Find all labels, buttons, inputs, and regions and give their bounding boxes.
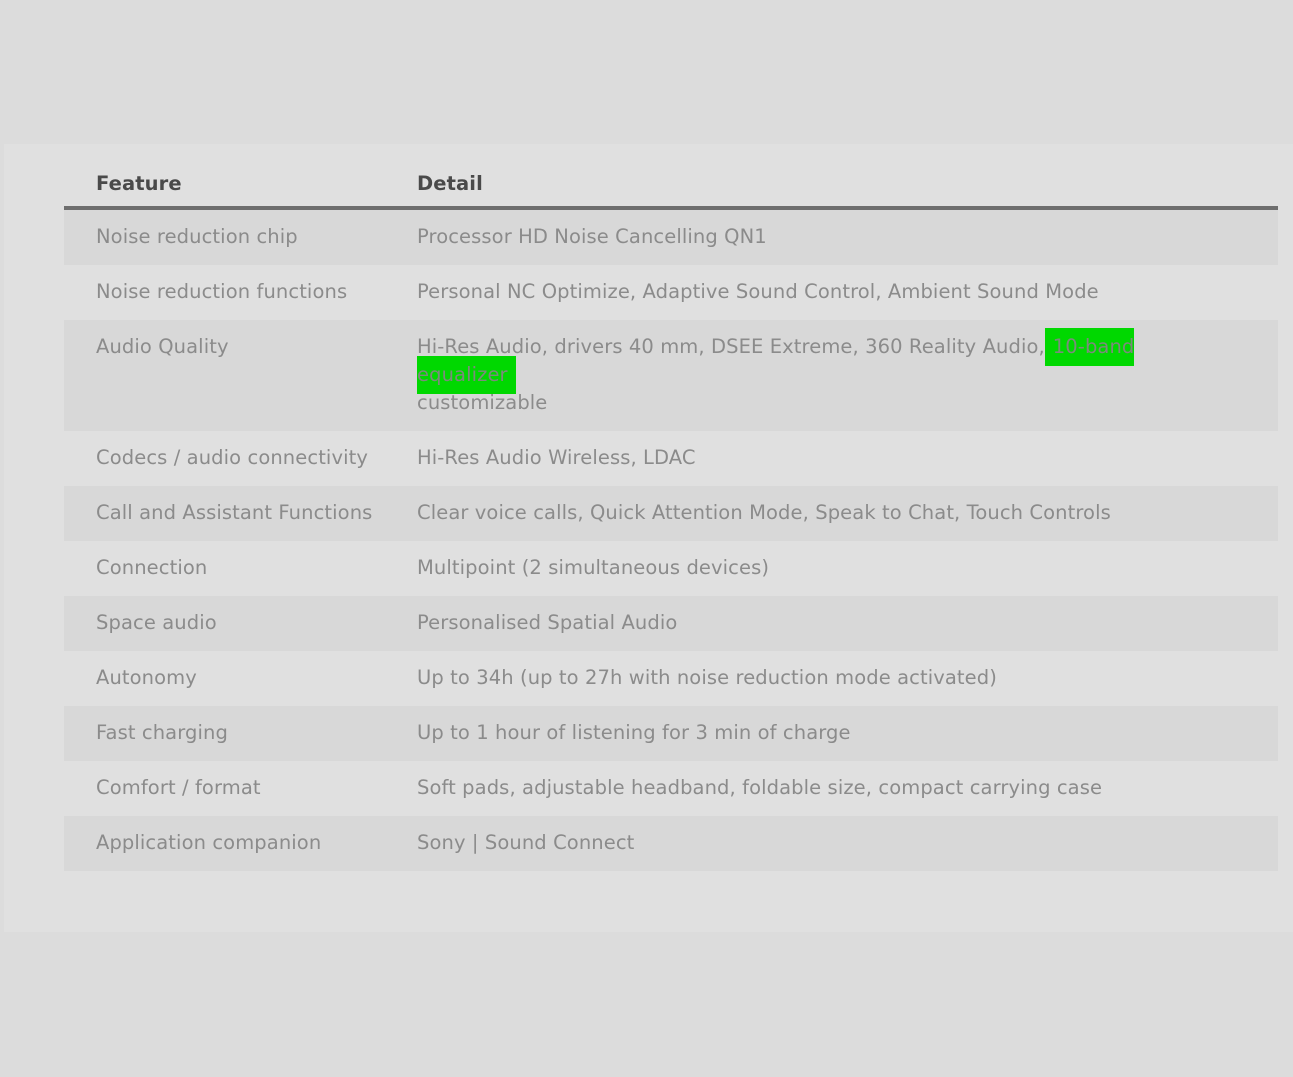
feature-cell: Application companion (64, 816, 385, 871)
feature-cell: Call and Assistant Functions (64, 486, 385, 541)
detail-cell: Sony | Sound Connect (385, 816, 1278, 871)
detail-cell: Multipoint (2 simultaneous devices) (385, 541, 1278, 596)
detail-cell: Hi-Res Audio, drivers 40 mm, DSEE Extrem… (385, 320, 1278, 431)
feature-cell: Autonomy (64, 651, 385, 706)
table-row: Audio Quality Hi-Res Audio, drivers 40 m… (64, 320, 1278, 431)
feature-cell: Noise reduction chip (64, 208, 385, 265)
feature-cell: Connection (64, 541, 385, 596)
table-row: Call and Assistant Functions Clear voice… (64, 486, 1278, 541)
table-row: Comfort / format Soft pads, adjustable h… (64, 761, 1278, 816)
feature-cell: Space audio (64, 596, 385, 651)
detail-text-continued: customizable (417, 391, 548, 414)
feature-cell: Noise reduction functions (64, 265, 385, 320)
feature-cell: Codecs / audio connectivity (64, 431, 385, 486)
table-row: Noise reduction chip Processor HD Noise … (64, 208, 1278, 265)
table-row: Fast charging Up to 1 hour of listening … (64, 706, 1278, 761)
feature-cell: Fast charging (64, 706, 385, 761)
detail-cell: Personalised Spatial Audio (385, 596, 1278, 651)
detail-cell: Up to 1 hour of listening for 3 min of c… (385, 706, 1278, 761)
table-header-row: Feature Detail (64, 160, 1278, 210)
table-row: Connection Multipoint (2 simultaneous de… (64, 541, 1278, 596)
detail-cell: Processor HD Noise Cancelling QN1 (385, 208, 1278, 265)
detail-cell: Soft pads, adjustable headband, foldable… (385, 761, 1278, 816)
spec-table: Feature Detail Noise reduction chip Proc… (64, 160, 1278, 871)
detail-cell: Personal NC Optimize, Adaptive Sound Con… (385, 265, 1278, 320)
detail-cell: Hi-Res Audio Wireless, LDAC (385, 431, 1278, 486)
feature-cell: Audio Quality (64, 320, 385, 431)
detail-text: Hi-Res Audio, drivers 40 mm, DSEE Extrem… (417, 335, 1045, 358)
table-row: Noise reduction functions Personal NC Op… (64, 265, 1278, 320)
table-row: Application companion Sony | Sound Conne… (64, 816, 1278, 871)
table-row: Codecs / audio connectivity Hi-Res Audio… (64, 431, 1278, 486)
detail-cell: Up to 34h (up to 27h with noise reductio… (385, 651, 1278, 706)
detail-column-header: Detail (385, 160, 1278, 210)
table-row: Space audio Personalised Spatial Audio (64, 596, 1278, 651)
table-row: Autonomy Up to 34h (up to 27h with noise… (64, 651, 1278, 706)
detail-cell: Clear voice calls, Quick Attention Mode,… (385, 486, 1278, 541)
feature-cell: Comfort / format (64, 761, 385, 816)
feature-column-header: Feature (64, 160, 385, 210)
